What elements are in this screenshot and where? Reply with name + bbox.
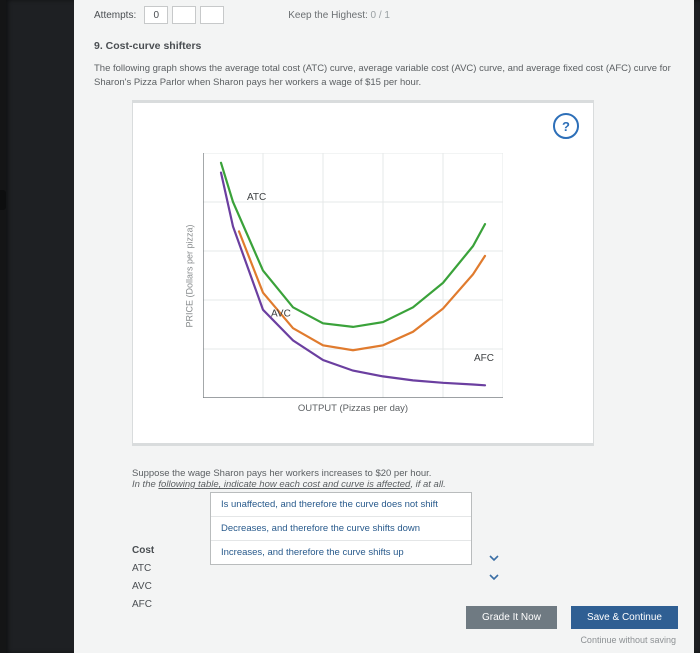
followup-line1: Suppose the wage Sharon pays her workers…: [132, 468, 674, 479]
attempt-box-2[interactable]: [172, 6, 196, 24]
chart-card: ? PRICE (Dollars per pizza): [132, 100, 594, 446]
help-icon[interactable]: ?: [553, 113, 579, 139]
table-header-cost: Cost: [132, 541, 154, 559]
series-label-afc: AFC: [474, 353, 494, 364]
keep-highest-label: Keep the Highest:: [288, 10, 368, 21]
table-row-atc: ATC: [132, 559, 154, 577]
question-heading: 9. Cost-curve shifters: [94, 40, 201, 52]
page: Attempts: 0 Keep the Highest: 0 / 1 9. C…: [74, 0, 694, 653]
action-buttons: Grade It Now Save & Continue: [466, 606, 678, 629]
chart-svg: ATC AVC AFC: [203, 153, 503, 398]
dropdown-caret-row2[interactable]: [484, 548, 504, 568]
keep-highest: Keep the Highest: 0 / 1: [288, 10, 390, 21]
screen: Attempts: 0 Keep the Highest: 0 / 1 9. C…: [6, 0, 700, 653]
series-label-atc: ATC: [247, 192, 266, 203]
dropdown-open[interactable]: Is unaffected, and therefore the curve d…: [210, 492, 472, 565]
chart-ylabel: PRICE (Dollars per pizza): [183, 153, 197, 398]
chart-xlabel: OUTPUT (Pizzas per day): [203, 403, 503, 414]
attempts-label: Attempts:: [94, 10, 136, 21]
grade-it-now-button[interactable]: Grade It Now: [466, 606, 557, 629]
series-avc: [239, 231, 485, 350]
followup-line2: In the following table, indicate how eac…: [132, 479, 674, 490]
dropdown-option-decreases[interactable]: Decreases, and therefore the curve shift…: [211, 517, 471, 541]
followup-text: Suppose the wage Sharon pays her workers…: [132, 468, 674, 490]
chart-ylabel-text: PRICE (Dollars per pizza): [185, 224, 195, 327]
chevron-down-icon: [489, 553, 499, 563]
question-intro: The following graph shows the average to…: [94, 62, 674, 91]
dropdown-option-increases[interactable]: Increases, and therefore the curve shift…: [211, 541, 471, 564]
chart-plot: ATC AVC AFC: [203, 153, 503, 398]
continue-without-saving-link[interactable]: Continue without saving: [580, 635, 676, 645]
dropdown-caret-row3[interactable]: [484, 567, 504, 587]
table-row-afc: AFC: [132, 595, 154, 613]
table-row-avc: AVC: [132, 577, 154, 595]
series-label-avc: AVC: [271, 309, 291, 320]
attempt-box-1[interactable]: 0: [144, 6, 168, 24]
chevron-down-icon: [489, 572, 499, 582]
dropdown-option-unaffected[interactable]: Is unaffected, and therefore the curve d…: [211, 493, 471, 517]
attempt-box-3[interactable]: [200, 6, 224, 24]
attempts-bar: Attempts: 0 Keep the Highest: 0 / 1: [94, 6, 674, 24]
device-bezel: Attempts: 0 Keep the Highest: 0 / 1 9. C…: [0, 0, 700, 653]
keep-highest-value: 0 / 1: [371, 10, 390, 21]
table-row-labels: Cost ATC AVC AFC: [132, 541, 154, 613]
save-continue-button[interactable]: Save & Continue: [571, 606, 678, 629]
